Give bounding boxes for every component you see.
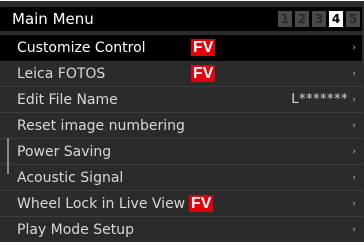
chevron-right-icon: ›: [352, 173, 356, 183]
menu-header: Main Menu 1 2 3 4 5: [0, 7, 362, 31]
page-tab-2[interactable]: 2: [295, 11, 309, 27]
fv-badge: FV: [191, 39, 216, 56]
page-tabs: 1 2 3 4 5: [278, 11, 360, 27]
menu-item-label: Customize Control: [17, 40, 146, 56]
menu-item-customize-control[interactable]: Customize Control FV ›: [0, 35, 362, 61]
chevron-right-icon: ›: [352, 147, 356, 157]
menu-item-leica-fotos[interactable]: Leica FOTOS FV ›: [0, 61, 362, 87]
page-tab-4[interactable]: 4: [329, 11, 343, 27]
page-tab-1[interactable]: 1: [278, 11, 292, 27]
menu-item-label: Power Saving: [17, 144, 112, 160]
fv-badge: FV: [189, 195, 214, 212]
scroll-indicator[interactable]: [7, 138, 9, 174]
menu-item-label: Leica FOTOS: [17, 66, 106, 82]
page-title: Main Menu: [12, 10, 94, 28]
menu-item-acoustic-signal[interactable]: Acoustic Signal ›: [0, 165, 362, 191]
chevron-right-icon: ›: [352, 121, 356, 131]
menu-item-label: Wheel Lock in Live View: [17, 196, 186, 212]
chevron-right-icon: ›: [352, 199, 356, 209]
menu-item-reset-image-numbering[interactable]: Reset image numbering ›: [0, 113, 362, 139]
page-tab-5[interactable]: 5: [346, 11, 360, 27]
chevron-right-icon: ›: [352, 69, 356, 79]
file-name-value: L*******: [291, 92, 348, 107]
menu-item-label: Acoustic Signal: [17, 170, 124, 186]
menu-item-wheel-lock-live-view[interactable]: Wheel Lock in Live View FV ›: [0, 191, 362, 217]
menu-item-play-mode-setup[interactable]: Play Mode Setup ›: [0, 217, 362, 242]
chevron-right-icon: ›: [352, 43, 356, 53]
menu-item-edit-file-name[interactable]: Edit File Name L******* ›: [0, 87, 362, 113]
chevron-right-icon: ›: [352, 225, 356, 235]
menu-item-label: Edit File Name: [17, 92, 118, 108]
fv-badge: FV: [191, 65, 216, 82]
camera-menu-screen: Main Menu 1 2 3 4 5 Customize Control FV…: [0, 0, 364, 242]
menu-item-label: Reset image numbering: [17, 118, 185, 134]
menu-item-label: Play Mode Setup: [17, 222, 134, 238]
chevron-right-icon: ›: [352, 95, 356, 105]
menu-list: Customize Control FV › Leica FOTOS FV › …: [0, 35, 362, 242]
menu-item-power-saving[interactable]: Power Saving ›: [0, 139, 362, 165]
page-tab-3[interactable]: 3: [312, 11, 326, 27]
